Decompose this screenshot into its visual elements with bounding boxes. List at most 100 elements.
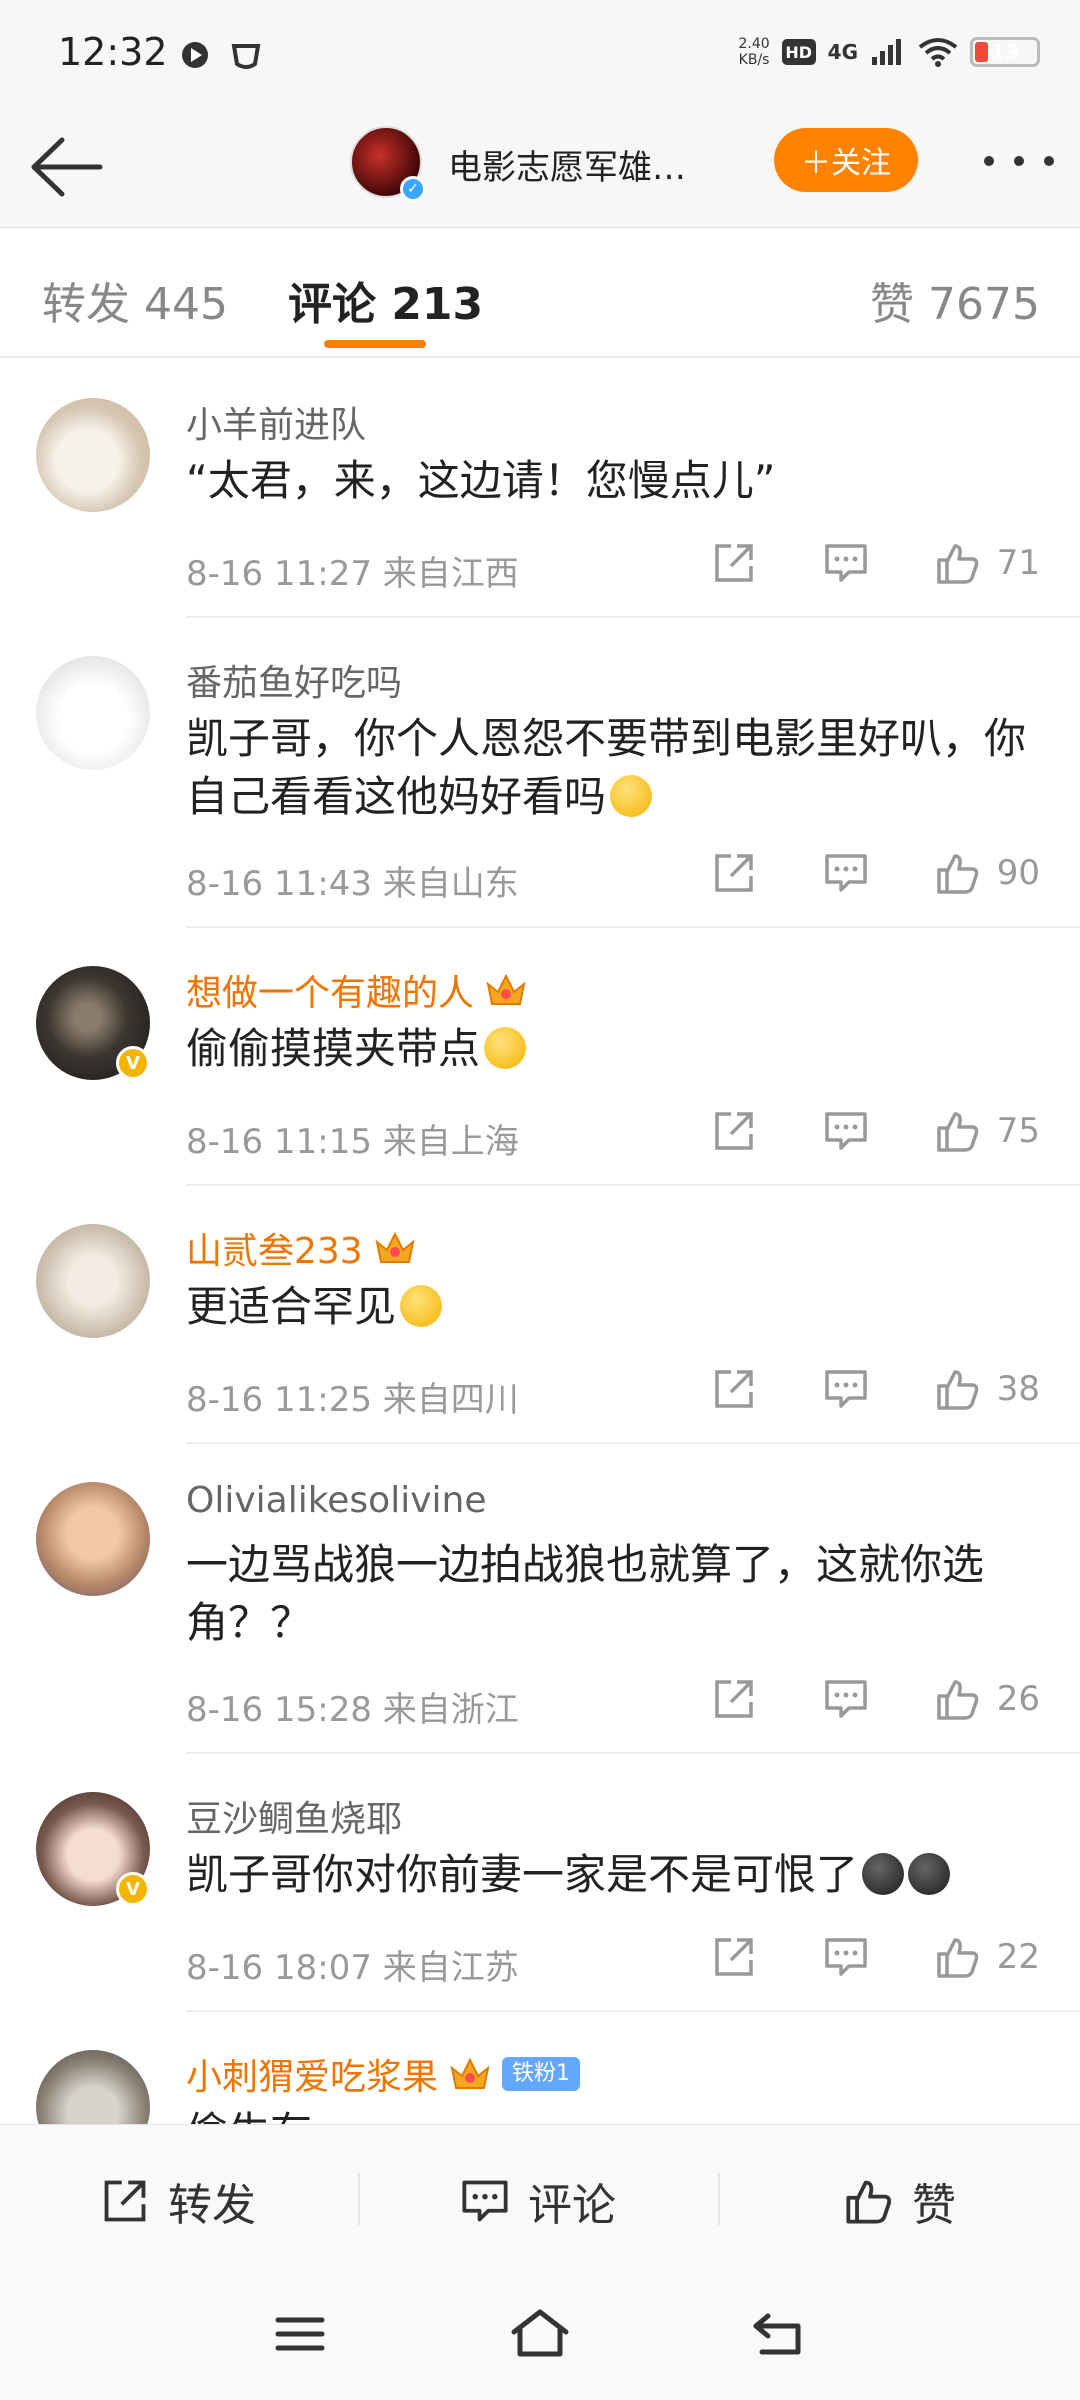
- avatar[interactable]: [36, 1224, 150, 1338]
- like-label: 赞: [912, 2180, 956, 2231]
- comment-text: 凯子哥你对你前妻一家是不是可恨了: [186, 1846, 1046, 1904]
- comment-meta: 8-16 11:15 来自上海: [186, 1122, 519, 1162]
- hd-badge: HD: [781, 39, 816, 65]
- tab-bar: 转发 445 评论 213 赞 7675: [0, 228, 1080, 358]
- like-count: 71: [996, 543, 1040, 583]
- comment-author[interactable]: 番茄鱼好吃吗: [186, 654, 402, 706]
- comment-text: 凯子哥，你个人恩怨不要带到电影里好叭，你自己看看这他妈好看吗: [186, 714, 1027, 821]
- emoji-icon: [610, 775, 653, 817]
- repost-button[interactable]: 转发: [100, 2163, 256, 2239]
- comment-icon[interactable]: [823, 1366, 869, 1412]
- network-type: 4G: [827, 40, 858, 64]
- thumbs-up-icon[interactable]: [935, 540, 981, 586]
- crown-icon: [486, 973, 526, 1005]
- page-header: ✓ 电影志愿军雄… ＋关注: [0, 110, 1080, 228]
- status-time: 12:32: [58, 30, 168, 74]
- divider: [718, 2173, 720, 2225]
- comment-meta: 8-16 15:28 来自浙江: [186, 1690, 519, 1730]
- status-bar: 12:32 2.40 KB/s HD 4G 13: [0, 0, 1080, 110]
- thumbs-up-icon[interactable]: [935, 1934, 981, 1980]
- comment-meta: 8-16 11:43 来自山东: [186, 864, 519, 904]
- thumbs-up-icon[interactable]: [935, 1676, 981, 1722]
- tab-repost[interactable]: 转发 445: [42, 268, 228, 332]
- thumbs-up-icon[interactable]: [935, 1366, 981, 1412]
- comment-button[interactable]: 评论: [460, 2163, 616, 2239]
- emoji-icon: [400, 1285, 443, 1327]
- like-count: 90: [996, 853, 1040, 893]
- comment-author[interactable]: 小羊前进队: [186, 396, 366, 448]
- verified-icon: ✓: [400, 176, 426, 202]
- system-nav-bar: [0, 2276, 1080, 2400]
- comment-author[interactable]: 小刺猬爱吃浆果 铁粉1: [186, 2048, 581, 2100]
- comment-item: V 豆沙鲷鱼烧耶 凯子哥你对你前妻一家是不是可恨了 8-16 18:07 来自江…: [0, 1754, 1080, 2012]
- emoji-icon: [484, 1027, 527, 1069]
- comment-icon[interactable]: [823, 1934, 869, 1980]
- comment-actions: 22: [711, 1934, 1040, 1980]
- like-count: 38: [996, 1369, 1040, 1409]
- menu-icon[interactable]: [268, 2306, 332, 2362]
- avatar[interactable]: [36, 398, 150, 512]
- divider: [358, 2173, 360, 2225]
- comment-author[interactable]: 山贰叁233: [186, 1222, 417, 1274]
- share-icon[interactable]: [711, 1676, 757, 1722]
- like-button[interactable]: 赞: [844, 2163, 956, 2239]
- crown-icon: [375, 1231, 415, 1263]
- comment-label: 评论: [528, 2180, 616, 2231]
- thumbs-up-icon[interactable]: [935, 850, 981, 896]
- wifi-icon: [918, 38, 958, 67]
- comment-actions: 26: [711, 1676, 1040, 1722]
- comment-item: V 想做一个有趣的人 偷偷摸摸夹带点 8-16 11:15 来自上海 75: [0, 928, 1080, 1186]
- tab-likes[interactable]: 赞 7675: [870, 268, 1040, 332]
- tab-comment[interactable]: 评论 213: [288, 268, 483, 332]
- emoji-icon: [862, 1853, 905, 1895]
- comment-icon[interactable]: [823, 1108, 869, 1154]
- comment-meta: 8-16 11:25 来自四川: [186, 1380, 519, 1420]
- follow-button[interactable]: ＋关注: [774, 128, 918, 192]
- avatar[interactable]: V: [36, 1792, 150, 1906]
- more-icon[interactable]: [984, 146, 1054, 176]
- return-icon[interactable]: [748, 2306, 812, 2362]
- comment-list[interactable]: 小羊前进队 “太君，来，这边请！您慢点儿” 8-16 11:27 来自江西 71…: [0, 360, 1080, 2124]
- comment-icon[interactable]: [823, 540, 869, 586]
- verified-icon: V: [116, 1872, 150, 1906]
- comment-text: 偷生有: [186, 2104, 1046, 2124]
- comment-author[interactable]: 豆沙鲷鱼烧耶: [186, 1790, 402, 1842]
- avatar[interactable]: [36, 2050, 150, 2124]
- share-icon[interactable]: [711, 540, 757, 586]
- thumbs-up-icon[interactable]: [935, 1108, 981, 1154]
- emoji-icon: [908, 1853, 951, 1895]
- like-count: 26: [996, 1679, 1040, 1719]
- tab-indicator: [324, 340, 426, 348]
- comment-item: 番茄鱼好吃吗 凯子哥，你个人恩怨不要带到电影里好叭，你自己看看这他妈好看吗 8-…: [0, 618, 1080, 928]
- comment-item: 山贰叁233 更适合罕见 8-16 11:25 来自四川 38: [0, 1186, 1080, 1444]
- comment-text: 更适合罕见: [186, 1278, 1046, 1336]
- comment-icon[interactable]: [823, 850, 869, 896]
- comment-author[interactable]: Olivialikesolivine: [186, 1480, 486, 1521]
- share-icon[interactable]: [711, 1366, 757, 1412]
- comment-author[interactable]: 想做一个有趣的人: [186, 964, 528, 1016]
- repost-label: 转发: [168, 2180, 256, 2231]
- comment-item: 小羊前进队 “太君，来，这边请！您慢点儿” 8-16 11:27 来自江西 71: [0, 360, 1080, 618]
- comment-actions: 71: [711, 540, 1040, 586]
- account-name[interactable]: 电影志愿军雄…: [448, 140, 728, 189]
- avatar[interactable]: V: [36, 966, 150, 1080]
- comment-text: 一边骂战狼一边拍战狼也就算了，这就你选角？？: [186, 1540, 985, 1647]
- bottom-action-bar: 转发 评论 赞: [0, 2124, 1080, 2276]
- share-icon[interactable]: [711, 1934, 757, 1980]
- home-icon[interactable]: [508, 2306, 572, 2362]
- back-arrow-icon[interactable]: [26, 132, 106, 202]
- avatar[interactable]: [36, 1482, 150, 1596]
- cup-icon: [231, 44, 261, 69]
- net-speed: 2.40 KB/s: [738, 36, 770, 68]
- fan-badge: 铁粉1: [502, 2057, 581, 2091]
- battery-indicator: 13: [970, 37, 1040, 67]
- comment-text: “太君，来，这边请！您慢点儿”: [186, 456, 776, 505]
- share-icon[interactable]: [711, 850, 757, 896]
- comment-meta: 8-16 18:07 来自江苏: [186, 1948, 519, 1988]
- share-icon[interactable]: [711, 1108, 757, 1154]
- comment-icon[interactable]: [823, 1676, 869, 1722]
- account-avatar[interactable]: ✓: [350, 126, 426, 202]
- like-count: 22: [996, 1937, 1040, 1977]
- play-icon: [182, 42, 208, 68]
- avatar[interactable]: [36, 656, 150, 770]
